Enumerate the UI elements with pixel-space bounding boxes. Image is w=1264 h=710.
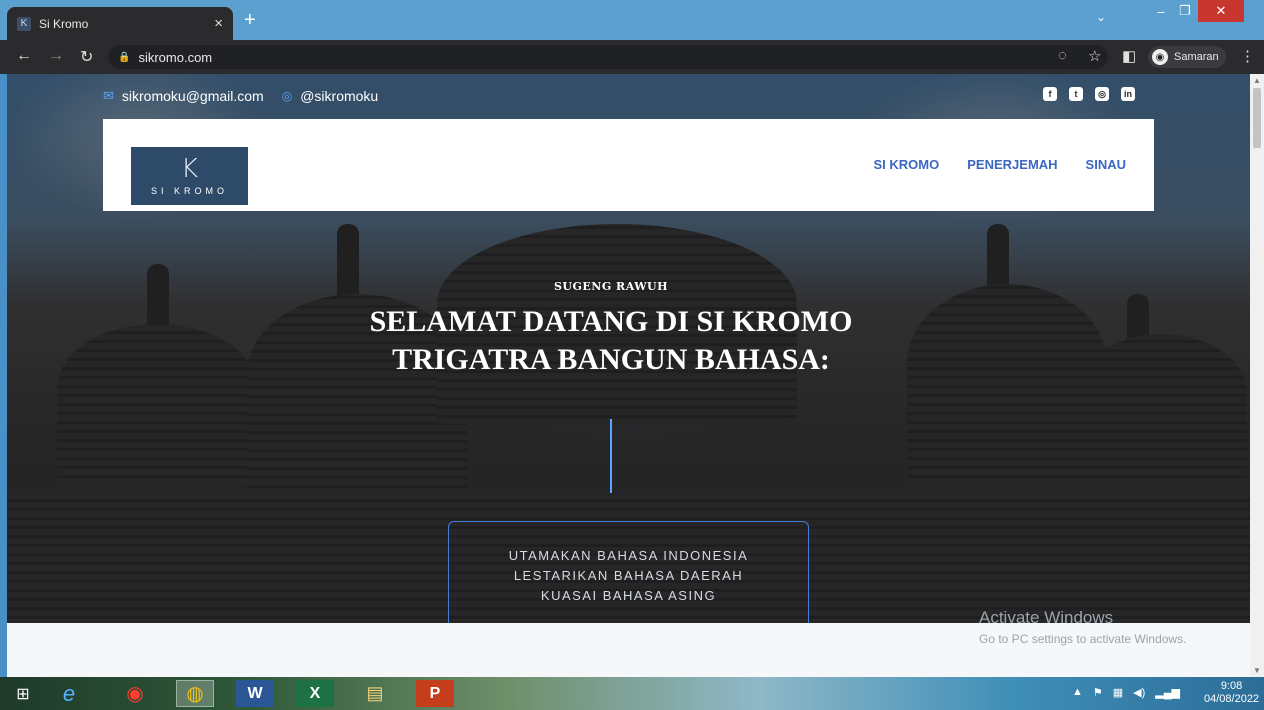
clock-date: 04/08/2022 — [1204, 693, 1260, 705]
tab-title: Si Kromo — [39, 16, 89, 31]
back-arrow-icon[interactable]: ← — [16, 47, 32, 65]
windows-taskbar: ⊞ e ◉ ◍ W X ▤ P ▲ ⚑ ▦ ◀) ▂▄▆ 9:08 04/08/… — [0, 677, 1264, 710]
motto-line-2: LESTARIKAN BAHASA DAERAH — [513, 568, 744, 583]
scroll-up-icon[interactable]: ▲ — [1253, 76, 1261, 85]
watermark-title: Activate Windows — [979, 608, 1114, 627]
motto-box: UTAMAKAN BAHASA INDONESIA LESTARIKAN BAH… — [448, 521, 809, 623]
action-center-icon[interactable]: ▦ — [1113, 686, 1123, 699]
side-panel-icon[interactable]: ◧ — [1122, 47, 1136, 65]
excel-icon[interactable]: X — [296, 680, 334, 707]
social-links: f t ◎ in — [1043, 87, 1135, 101]
forward-arrow-icon[interactable]: → — [48, 47, 64, 65]
logo-text: SI KROMO — [150, 186, 228, 196]
lock-icon: 🔒 — [118, 51, 131, 63]
instagram-icon[interactable]: ◎ — [1095, 87, 1109, 101]
motto-line-1: UTAMAKAN BAHASA INDONESIA — [508, 548, 749, 563]
scrollbar-thumb[interactable] — [1253, 88, 1261, 148]
hero-title-line2: TRIGATRA BANGUN BAHASA: — [392, 343, 830, 376]
hero-title-line1: SELAMAT DATANG DI SI KROMO — [369, 305, 853, 338]
word-icon[interactable]: W — [236, 680, 274, 707]
hero-subtitle: SUGENG RAWUH — [553, 280, 669, 293]
opera-icon[interactable]: ◉ — [116, 680, 154, 707]
contact-bar: ✉ sikromoku@gmail.com ◎ @sikromoku — [103, 88, 378, 104]
system-tray: ▲ ⚑ ▦ ◀) ▂▄▆ — [1072, 686, 1180, 699]
instagram-icon: ◎ — [281, 89, 293, 103]
site-logo[interactable]: K SI KROMO — [131, 147, 248, 205]
hero-section: SUGENG RAWUH SELAMAT DATANG DI SI KROMO … — [7, 280, 1215, 379]
chrome-icon[interactable]: ◍ — [176, 680, 214, 707]
internet-explorer-icon[interactable]: e — [50, 680, 88, 707]
browser-toolbar: ← → ↻ 🔒 sikromo.com ◌ ☆ ◧ ◉ Samaran ⋮ — [0, 40, 1264, 74]
taskbar-clock[interactable]: 9:08 04/08/2022 — [1204, 680, 1259, 706]
page-scrollbar[interactable]: ▲ ▼ — [1250, 74, 1264, 677]
volume-icon[interactable]: ◀) — [1133, 686, 1145, 699]
scroll-down-icon[interactable]: ▼ — [1253, 666, 1261, 675]
file-explorer-icon[interactable]: ▤ — [356, 680, 394, 707]
new-tab-button[interactable]: + — [244, 9, 256, 32]
close-tab-icon[interactable]: × — [214, 15, 223, 32]
hero-title: SELAMAT DATANG DI SI KROMO TRIGATRA BANG… — [7, 303, 1215, 379]
minimize-window-button[interactable]: – — [1150, 0, 1172, 22]
profile-button[interactable]: ◉ Samaran — [1148, 46, 1226, 68]
browser-tab[interactable]: K Si Kromo × — [7, 7, 233, 40]
activate-windows-watermark: Activate Windows Go to PC settings to ac… — [979, 608, 1186, 646]
address-url: sikromo.com — [138, 49, 213, 65]
powerpoint-icon[interactable]: P — [416, 680, 454, 707]
incognito-avatar-icon: ◉ — [1152, 49, 1168, 65]
motto-line-3: KUASAI BAHASA ASING — [540, 588, 717, 603]
tracking-eye-off-icon[interactable]: ◌ — [1058, 47, 1067, 64]
twitter-icon[interactable]: t — [1069, 87, 1083, 101]
main-nav: SI KROMO PENERJEMAH SINAU — [874, 157, 1126, 172]
contact-instagram[interactable]: @sikromoku — [300, 88, 378, 104]
nav-item-si-kromo[interactable]: SI KROMO — [874, 157, 940, 172]
windows-start-icon[interactable]: ⊞ — [4, 680, 42, 707]
linkedin-icon[interactable]: in — [1121, 87, 1135, 101]
bookmark-star-icon[interactable]: ☆ — [1088, 47, 1101, 65]
profile-label: Samaran — [1174, 51, 1219, 63]
hero-divider — [610, 419, 612, 493]
envelope-icon: ✉ — [103, 88, 114, 103]
watermark-subtitle: Go to PC settings to activate Windows. — [979, 632, 1187, 646]
signal-icon[interactable]: ▂▄▆ — [1155, 686, 1180, 699]
network-flag-icon[interactable]: ⚑ — [1093, 686, 1103, 699]
tray-expand-icon[interactable]: ▲ — [1072, 686, 1083, 699]
address-bar[interactable]: 🔒 sikromo.com — [108, 45, 1108, 69]
browser-tab-strip: K Si Kromo × + ⌄ – ❐ ✕ — [0, 0, 1264, 40]
page-viewport: ✉ sikromoku@gmail.com ◎ @sikromoku f t ◎… — [7, 74, 1250, 623]
site-favicon-icon: K — [17, 16, 31, 31]
tab-search-chevron-icon[interactable]: ⌄ — [1088, 6, 1114, 28]
maximize-window-button[interactable]: ❐ — [1174, 0, 1196, 22]
facebook-icon[interactable]: f — [1043, 87, 1057, 101]
nav-item-sinau[interactable]: SINAU — [1086, 157, 1126, 172]
site-header: K SI KROMO SI KROMO PENERJEMAH SINAU — [103, 119, 1154, 211]
contact-email[interactable]: sikromoku@gmail.com — [122, 88, 264, 104]
nav-item-penerjemah[interactable]: PENERJEMAH — [967, 157, 1057, 172]
close-window-button[interactable]: ✕ — [1198, 0, 1244, 22]
logo-mark: K — [180, 154, 199, 184]
browser-menu-icon[interactable]: ⋮ — [1240, 47, 1255, 65]
reload-icon[interactable]: ↻ — [80, 47, 93, 67]
clock-time: 9:08 — [1220, 680, 1243, 692]
